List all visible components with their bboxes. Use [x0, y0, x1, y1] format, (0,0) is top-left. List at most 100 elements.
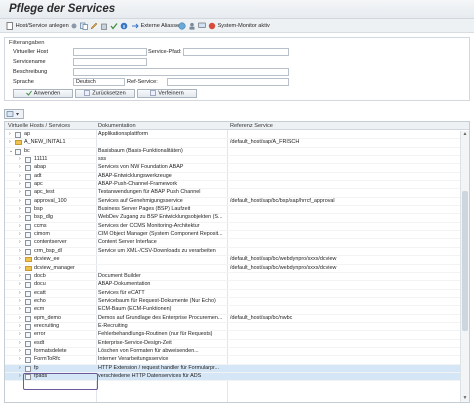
scroll-up-icon[interactable]: ▲ — [461, 131, 469, 138]
service-path-input[interactable] — [183, 48, 289, 56]
settings-button[interactable] — [70, 21, 78, 31]
tree-row[interactable]: › adt ABAP-Entwicklungswerkzeuge — [5, 173, 461, 182]
tree-row[interactable]: › dcview_ee/default_host/sap/bc/webdynpro… — [5, 256, 461, 265]
tree-row[interactable]: › ecatt Services für eCATT — [5, 290, 461, 298]
tree-row[interactable]: › echo Servicebaum für Request-Dokumente (… — [5, 298, 461, 307]
service-name[interactable]: apc_test — [34, 189, 54, 197]
copy-button[interactable] — [80, 21, 88, 31]
tree-row[interactable]: › formatsdelete Löschen von Formaten für a… — [5, 348, 461, 357]
tree-row[interactable]: › docu ABAP-Dokumentation — [5, 281, 461, 290]
tree-row[interactable]: › docb Document Builder — [5, 273, 461, 282]
delete-button[interactable] — [100, 21, 108, 31]
check-button[interactable] — [110, 21, 118, 31]
expand-arrow-icon[interactable]: › — [19, 156, 21, 164]
expand-arrow-icon[interactable]: › — [19, 348, 21, 356]
expand-arrow-icon[interactable]: › — [19, 373, 21, 381]
tree-row[interactable]: › cimom CIM Object Manager (System Compone… — [5, 231, 461, 240]
expand-arrow-icon[interactable]: › — [19, 315, 21, 323]
monitor-button[interactable] — [198, 21, 206, 31]
edit-button[interactable] — [90, 21, 98, 31]
expand-arrow-icon[interactable]: › — [19, 306, 21, 314]
expand-arrow-icon[interactable]: › — [19, 198, 21, 206]
tree-row[interactable]: › ccms Services der CCMS Monitoring-Archit… — [5, 223, 461, 232]
user-button[interactable] — [188, 21, 196, 31]
reset-button[interactable]: Zurücksetzen — [75, 89, 135, 98]
service-name[interactable]: docb — [34, 273, 46, 281]
service-name[interactable]: approval_100 — [34, 198, 67, 206]
service-name[interactable]: docu — [34, 281, 46, 289]
system-monitor-button[interactable]: System-Monitor aktiv — [208, 21, 270, 31]
refine-button[interactable]: Verfeinern — [137, 89, 197, 98]
expand-arrow-icon[interactable]: › — [19, 340, 21, 348]
tree-row[interactable]: › abap Services von NW Foundation ABAP — [5, 164, 461, 173]
service-name[interactable]: bc — [24, 148, 30, 156]
expand-arrow-icon[interactable]: › — [19, 173, 21, 181]
service-name[interactable]: erecruiting — [34, 323, 59, 331]
expand-arrow-icon[interactable]: › — [19, 273, 21, 281]
service-name[interactable]: dcview_ee — [34, 256, 59, 264]
tree-row[interactable]: › 11111 sss — [5, 156, 461, 165]
service-name[interactable]: FormToRfc — [34, 356, 60, 364]
ref-service-input[interactable] — [167, 78, 289, 86]
tree-row[interactable]: › approval_100 Services auf Genehmigungsse… — [5, 198, 461, 207]
expand-arrow-icon[interactable]: › — [19, 239, 21, 247]
expand-arrow-icon[interactable]: › — [19, 290, 21, 298]
service-name[interactable]: adt — [34, 173, 42, 181]
service-name[interactable]: ecatt — [34, 290, 46, 298]
service-name[interactable]: contentserver — [34, 239, 67, 247]
expand-arrow-icon[interactable]: › — [9, 131, 11, 139]
service-name[interactable]: fp — [34, 365, 39, 373]
tree-row[interactable]: ⌄ bc Basisbaum (Basis-Funktionalitäten) — [5, 148, 461, 157]
tree-row[interactable]: › contentserver Content Server Interface — [5, 239, 461, 248]
tree-row[interactable]: › bsp Business Server Pages (BSP) Laufzeit — [5, 206, 461, 215]
service-name[interactable]: cimom — [34, 231, 50, 239]
tree-row[interactable]: › ecm ECM-Baum (ECM-Funktionen) — [5, 306, 461, 315]
expand-arrow-icon[interactable]: › — [19, 298, 21, 306]
expand-arrow-icon[interactable]: ⌄ — [9, 148, 13, 156]
tree-row[interactable]: › error Fehlerbehandlungs-Routinen (nur fü… — [5, 331, 461, 340]
scroll-down-icon[interactable]: ▼ — [461, 395, 469, 402]
expand-arrow-icon[interactable]: › — [19, 365, 21, 373]
expand-arrow-icon[interactable]: › — [19, 164, 21, 172]
language-input[interactable]: Deutsch — [73, 78, 125, 86]
column-header-documentation[interactable]: Dokumentation — [98, 122, 136, 130]
service-name[interactable]: ecm — [34, 306, 44, 314]
globe-button[interactable] — [178, 21, 186, 31]
tree-row[interactable]: › apc_test Testanwendungen für ABAP Push C… — [5, 189, 461, 198]
description-input[interactable] — [73, 68, 289, 76]
expand-arrow-icon[interactable]: › — [19, 231, 21, 239]
tree-row[interactable]: › A_NEW_INITAL1/default_host/sap/A_FRISCH — [5, 139, 461, 148]
info-button[interactable] — [120, 21, 128, 31]
expand-arrow-icon[interactable]: › — [19, 189, 21, 197]
tree-row[interactable]: › epm_demo Demos auf Grundlage des Enterpr… — [5, 315, 461, 323]
create-host-service-button[interactable]: Host/Service anlegen — [6, 21, 69, 31]
tree-row[interactable]: › fp HTTP Extension / request handler für … — [5, 364, 461, 373]
expand-arrow-icon[interactable]: › — [19, 214, 21, 222]
service-name[interactable]: ap — [24, 131, 30, 139]
service-name[interactable]: 11111 — [34, 156, 47, 164]
service-name[interactable]: crm_bsp_dl — [34, 248, 62, 256]
expand-arrow-icon[interactable]: › — [19, 331, 21, 339]
expand-arrow-icon[interactable]: › — [9, 139, 11, 147]
service-name[interactable]: abap — [34, 164, 46, 172]
external-aliases-button[interactable]: Externe Aliasses — [131, 21, 182, 31]
service-name[interactable]: dcview_manager — [34, 265, 75, 273]
expand-arrow-icon[interactable]: › — [19, 206, 21, 214]
service-name[interactable]: error — [34, 331, 45, 339]
tree-row[interactable]: › apc ABAP-Push-Channel-Framework — [5, 181, 461, 190]
tree-row[interactable]: › bsp_dlg WebDev Zugang zu BSP Entwicklung… — [5, 214, 461, 223]
column-header-reference[interactable]: Referenz Service — [230, 122, 273, 130]
expand-arrow-icon[interactable]: › — [19, 356, 21, 364]
service-name[interactable]: bsp_dlg — [34, 214, 53, 222]
tree-row[interactable]: › ap Applikationsplattform — [5, 131, 461, 140]
tree-row[interactable]: › FormToRfc Interner Verarbeitungsservice — [5, 356, 461, 365]
service-name[interactable]: ccms — [34, 223, 47, 231]
expand-arrow-icon[interactable]: › — [19, 323, 21, 331]
column-header-hosts[interactable]: Virtuelle Hosts / Services — [8, 122, 70, 130]
apply-button[interactable]: Anwenden — [13, 89, 73, 98]
service-name[interactable]: esdt — [34, 340, 44, 348]
service-name[interactable]: epm_demo — [34, 315, 61, 323]
tree-row[interactable]: › erecruiting E-Recruiting — [5, 323, 461, 332]
tree-row[interactable]: › crm_bsp_dl Service um XML-/CSV-Downloads… — [5, 248, 461, 257]
service-name[interactable]: apc — [34, 181, 43, 189]
